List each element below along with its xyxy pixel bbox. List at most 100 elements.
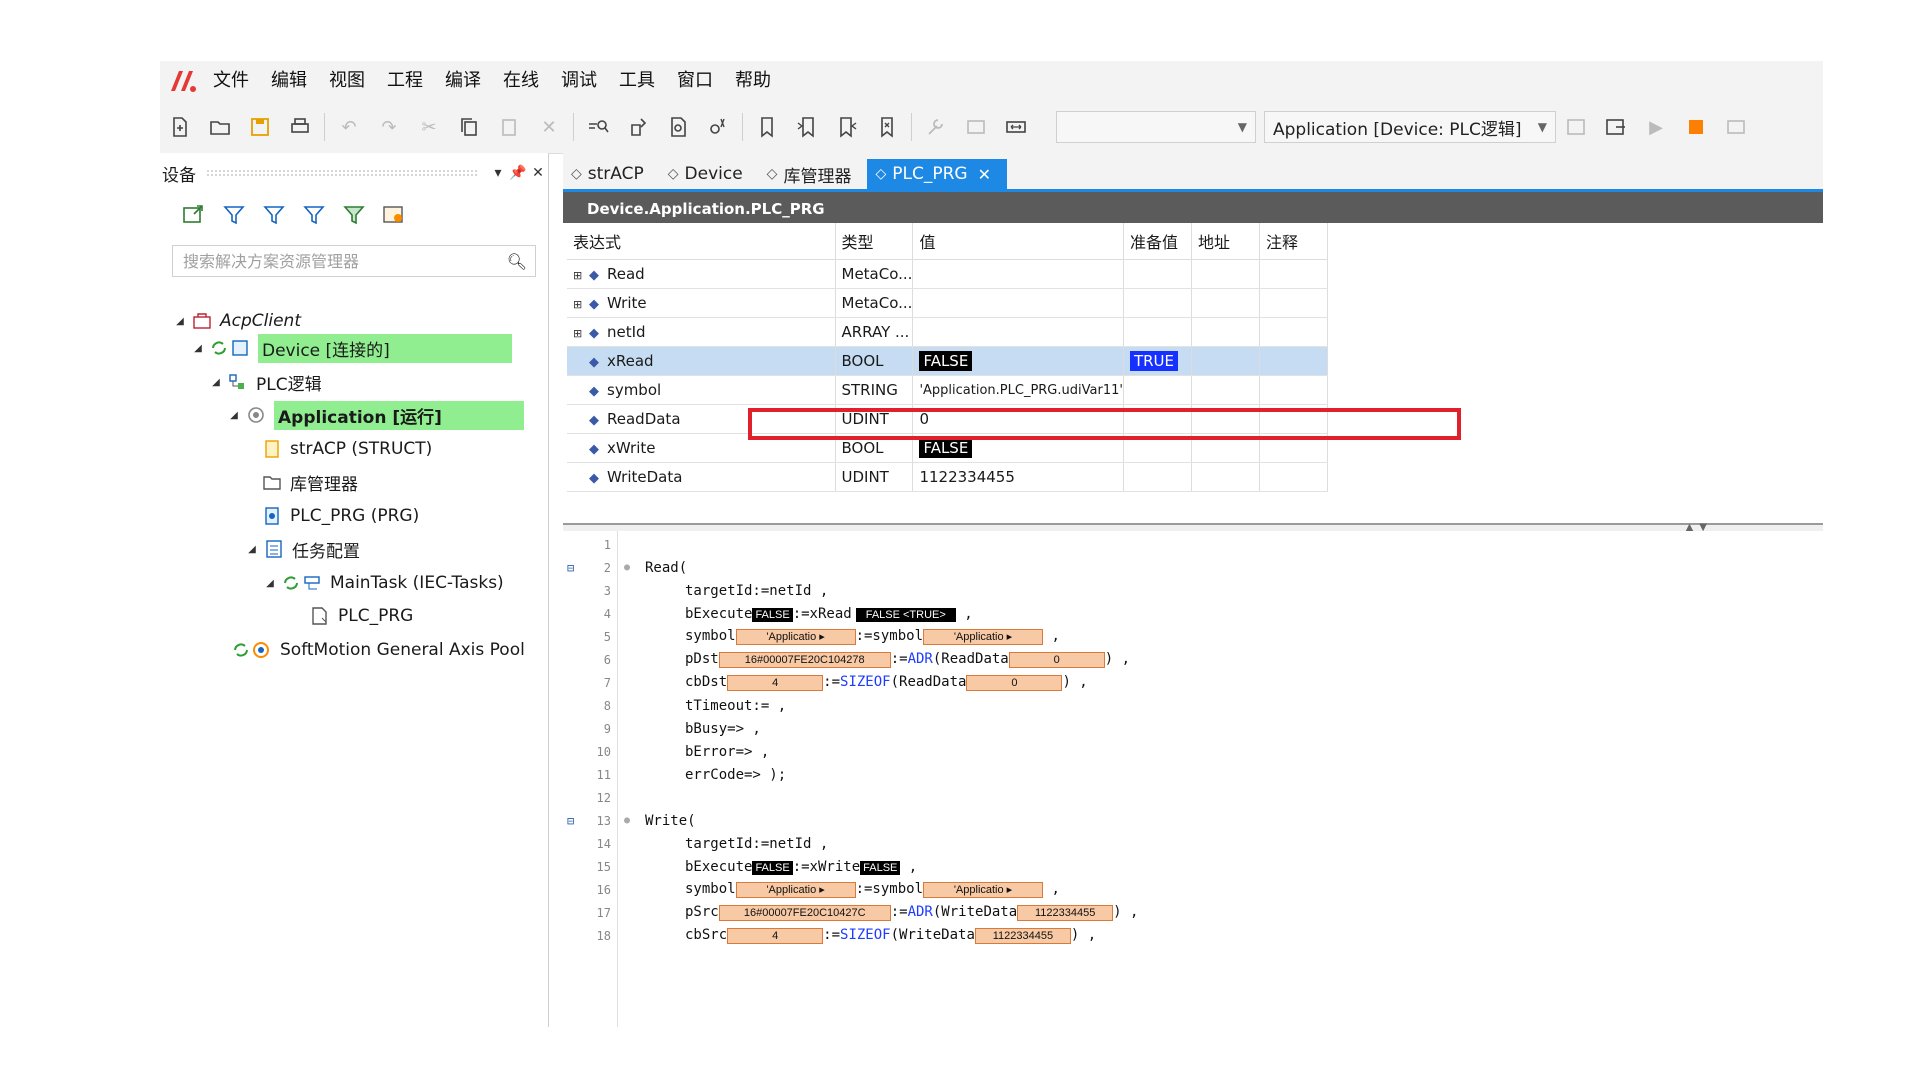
pin-icon[interactable]: 📌 <box>508 165 528 181</box>
inline-value[interactable]: 4 <box>727 928 824 944</box>
filter-sort-icon[interactable] <box>254 198 294 232</box>
settings-window-icon[interactable] <box>374 198 414 232</box>
inline-value[interactable]: 'Applicatio ▸ <box>735 629 856 645</box>
expand-plus-icon[interactable]: ⊞ <box>573 298 589 311</box>
paste-icon[interactable] <box>489 107 529 147</box>
table-row[interactable]: ⊞ ◆ netId ARRAY ... <box>567 317 1328 347</box>
filter-icon[interactable] <box>214 198 254 232</box>
clear-bookmarks-icon[interactable] <box>867 107 907 147</box>
filter-green-icon[interactable] <box>334 198 374 232</box>
col-prepared-value[interactable]: 准备值 <box>1123 223 1192 260</box>
tab-plc-prg[interactable]: ◇ PLC_PRG ✕ <box>867 159 1007 189</box>
table-row-selected[interactable]: ◆ xRead BOOL FALSE TRUE <box>567 346 1328 376</box>
tree-item-application[interactable]: ◢ Application [运行] <box>224 400 524 430</box>
fold-minus-icon[interactable]: ⊟ <box>567 561 581 575</box>
inline-value[interactable]: 0 <box>966 675 1063 691</box>
tree-item-softmotion-pool[interactable]: SoftMotion General Axis Pool <box>230 636 525 664</box>
breakpoint-dot-icon[interactable]: ● <box>617 815 637 826</box>
watch-prepared[interactable] <box>1123 288 1192 318</box>
run-icon[interactable]: ▶ <box>1636 107 1676 147</box>
watch-prepared[interactable] <box>1123 259 1192 289</box>
delete-icon[interactable]: ✕ <box>529 107 569 147</box>
close-tab-icon[interactable]: ✕ <box>978 165 991 184</box>
menu-window[interactable]: 窗口 <box>666 61 724 101</box>
inline-value[interactable]: 16#00007FE20C104278 <box>718 652 891 668</box>
undo-icon[interactable]: ↶ <box>329 107 369 147</box>
next-bookmark-icon[interactable] <box>827 107 867 147</box>
export-icon[interactable] <box>174 198 214 232</box>
inline-value[interactable]: 4 <box>727 675 824 691</box>
menu-view[interactable]: 视图 <box>318 61 376 101</box>
expand-plus-icon[interactable]: ⊞ <box>573 269 589 282</box>
inline-value[interactable]: 'Applicatio ▸ <box>923 629 1044 645</box>
menu-project[interactable]: 工程 <box>376 61 434 101</box>
inline-value[interactable]: 1122334455 <box>1017 905 1114 921</box>
inline-value[interactable]: FALSE <box>860 860 901 875</box>
col-value[interactable]: 值 <box>912 223 1124 260</box>
collapse-arrow-icon[interactable]: ◢ <box>260 578 280 589</box>
menu-build[interactable]: 编译 <box>434 61 492 101</box>
tree-item-library-manager[interactable]: 库管理器 <box>260 468 358 496</box>
fit-width-icon[interactable] <box>996 107 1036 147</box>
redo-icon[interactable]: ↷ <box>369 107 409 147</box>
col-type[interactable]: 类型 <box>835 223 914 260</box>
inline-value[interactable]: 0 <box>1008 652 1105 668</box>
login-icon[interactable] <box>1556 107 1596 147</box>
close-icon[interactable]: ✕ <box>528 165 548 181</box>
search-icon[interactable]: 🔍︎ <box>507 252 527 271</box>
stop-icon[interactable] <box>1676 107 1716 147</box>
collapse-arrow-icon[interactable]: ◢ <box>170 316 190 327</box>
col-comment[interactable]: 注释 <box>1259 223 1328 260</box>
menu-edit[interactable]: 编辑 <box>260 61 318 101</box>
tab-library-manager[interactable]: ◇ 库管理器 <box>759 159 868 189</box>
menu-tools[interactable]: 工具 <box>608 61 666 101</box>
collapse-arrow-icon[interactable]: ◢ <box>206 377 226 388</box>
col-address[interactable]: 地址 <box>1191 223 1260 260</box>
menu-file[interactable]: 文件 <box>202 61 260 101</box>
tree-item-stracp[interactable]: strACP (STRUCT) <box>260 435 432 463</box>
tree-item-maintask[interactable]: ◢ MainTask (IEC-Tasks) <box>260 569 504 597</box>
find-replace-icon[interactable] <box>578 107 618 147</box>
inline-value[interactable]: 1122334455 <box>974 928 1071 944</box>
table-row[interactable]: ◆ symbol STRING 'Application.PLC_PRG.udiV… <box>567 375 1328 405</box>
window-icon[interactable] <box>956 107 996 147</box>
tab-device[interactable]: ◇ Device <box>660 159 759 189</box>
pane-grip[interactable] <box>206 169 478 177</box>
collapse-arrow-icon[interactable]: ◢ <box>242 544 262 555</box>
tree-item-plc-prg-program[interactable]: PLC_PRG (PRG) <box>260 502 419 530</box>
table-row[interactable]: ⊞ ◆ Write MetaCo... <box>567 288 1328 318</box>
collapse-arrow-icon[interactable]: ◢ <box>224 410 244 421</box>
fold-minus-icon[interactable]: ⊟ <box>567 814 581 828</box>
watch-prepared[interactable]: TRUE <box>1129 351 1178 371</box>
inline-value[interactable]: FALSE <TRUE> <box>855 607 956 622</box>
watch-prepared[interactable] <box>1123 462 1192 492</box>
reset-icon[interactable] <box>1716 107 1756 147</box>
active-application-combo[interactable]: Application [Device: PLC逻辑] ▼ <box>1264 111 1556 143</box>
code-editor[interactable]: 1 ⊟ 2 ● Read( 3 targetId:=netId , 4 bExecute F… <box>563 531 1823 1027</box>
col-expression[interactable]: 表达式 <box>567 223 836 260</box>
collapse-arrow-icon[interactable]: ◢ <box>188 343 208 354</box>
print-icon[interactable] <box>280 107 320 147</box>
save-icon[interactable] <box>240 107 280 147</box>
new-file-icon[interactable] <box>160 107 200 147</box>
tree-item-device[interactable]: ◢ Device [连接的] <box>188 333 512 363</box>
tab-stracp[interactable]: ◇ strACP <box>563 159 660 189</box>
find-text-icon[interactable] <box>698 107 738 147</box>
table-row[interactable]: ◆ WriteData UDINT 1122334455 <box>567 462 1328 492</box>
tree-item-plc-prg-call[interactable]: PLC_PRG <box>308 602 413 630</box>
watch-prepared[interactable] <box>1123 317 1192 347</box>
expand-plus-icon[interactable]: ⊞ <box>573 327 589 340</box>
empty-combo[interactable]: ▼ <box>1056 111 1256 143</box>
inline-value[interactable]: 16#00007FE20C10427C <box>718 905 891 921</box>
open-folder-icon[interactable] <box>200 107 240 147</box>
tree-item-task-configuration[interactable]: ◢ 任务配置 <box>242 535 360 563</box>
replace-icon[interactable] <box>618 107 658 147</box>
table-row[interactable]: ⊞ ◆ Read MetaCo... <box>567 259 1328 289</box>
inline-value[interactable]: 'Applicatio ▸ <box>923 882 1044 898</box>
watch-prepared[interactable] <box>1123 375 1192 405</box>
wrench-icon[interactable] <box>916 107 956 147</box>
inline-value[interactable]: FALSE <box>752 860 793 875</box>
bookmark-icon[interactable] <box>747 107 787 147</box>
menu-help[interactable]: 帮助 <box>724 61 782 101</box>
menu-online[interactable]: 在线 <box>492 61 550 101</box>
